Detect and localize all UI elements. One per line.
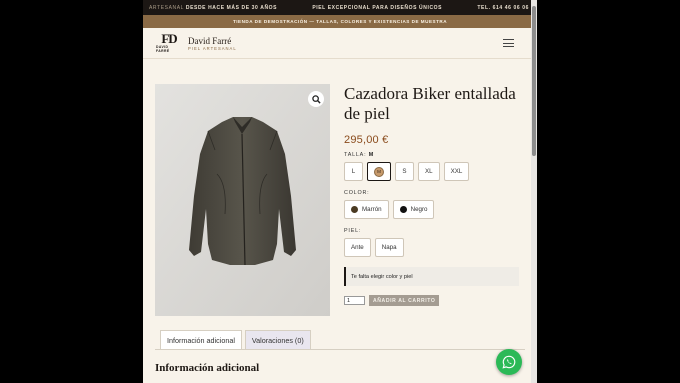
size-attribute-label: TALLA: M [344,152,374,158]
product-tabs: Información adicional Valoraciones (0) [160,330,311,350]
size-swatches: L M S XL XXL [344,162,519,181]
page-viewport: ARTESANAL DESDE HACE MÁS DE 30 AÑOS PIEL… [143,0,537,383]
hamburger-icon[interactable] [503,39,514,47]
scrollbar-thumb[interactable] [532,6,536,156]
product-image[interactable] [155,84,330,316]
color-option-marron[interactable]: Marrón [344,200,389,219]
brown-dot-icon [351,206,358,213]
additional-info-heading: Información adicional [155,362,260,374]
add-to-cart-button[interactable]: AÑADIR AL CARRITO [369,295,440,306]
color-option-negro[interactable]: Negro [392,200,435,219]
leather-option-napa[interactable]: Napa [374,238,404,257]
quantity-input[interactable] [344,296,365,305]
variation-notice: Te falta elegir color y piel [344,267,519,286]
tabs-divider [155,349,525,350]
tab-additional-info[interactable]: Información adicional [160,330,242,350]
logo-text: David Farré PIEL ARTESANAL [188,35,237,51]
leather-attribute-label: PIEL: [344,228,362,234]
size-option-xl[interactable]: XL [418,162,440,181]
demo-store-banner: TIENDA DE DEMOSTRACIÓN — TALLAS, COLORES… [143,15,537,28]
black-dot-icon [399,206,407,213]
site-header: FD DAVID FARRÉ David Farré PIEL ARTESANA… [143,28,537,59]
topbar-center: PIEL EXCEPCIONAL PARA DISEÑOS ÚNICOS [312,4,443,11]
product-title: Cazadora Biker entallada de piel [344,84,516,123]
leather-jacket-image [155,84,330,316]
color-swatches: Marrón Negro [344,200,519,219]
magnifier-icon[interactable] [308,91,324,107]
top-info-bar: ARTESANAL DESDE HACE MÁS DE 30 AÑOS PIEL… [143,0,537,15]
logo-mark: FD DAVID FARRÉ [156,31,178,53]
topbar-phone[interactable]: TEL. 614 46 06 06 [477,5,529,11]
color-attribute-label: COLOR: [344,190,370,196]
size-option-m[interactable]: M [367,162,391,181]
leather-option-ante[interactable]: Ante [344,238,371,257]
whatsapp-icon[interactable] [496,349,522,375]
leather-swatches: Ante Napa [344,238,519,257]
scrollbar[interactable] [531,0,537,383]
site-logo[interactable]: FD DAVID FARRÉ David Farré PIEL ARTESANA… [156,31,237,53]
product-price: 295,00 € [344,134,389,146]
size-option-l[interactable]: L [344,162,363,181]
product-summary: Cazadora Biker entallada de piel 295,00 … [344,84,519,306]
add-to-cart-row: AÑADIR AL CARRITO [344,295,519,306]
size-option-xxl[interactable]: XXL [443,162,470,181]
tab-reviews[interactable]: Valoraciones (0) [244,330,311,350]
size-option-s[interactable]: S [395,162,414,181]
topbar-left: ARTESANAL DESDE HACE MÁS DE 30 AÑOS [149,4,278,11]
